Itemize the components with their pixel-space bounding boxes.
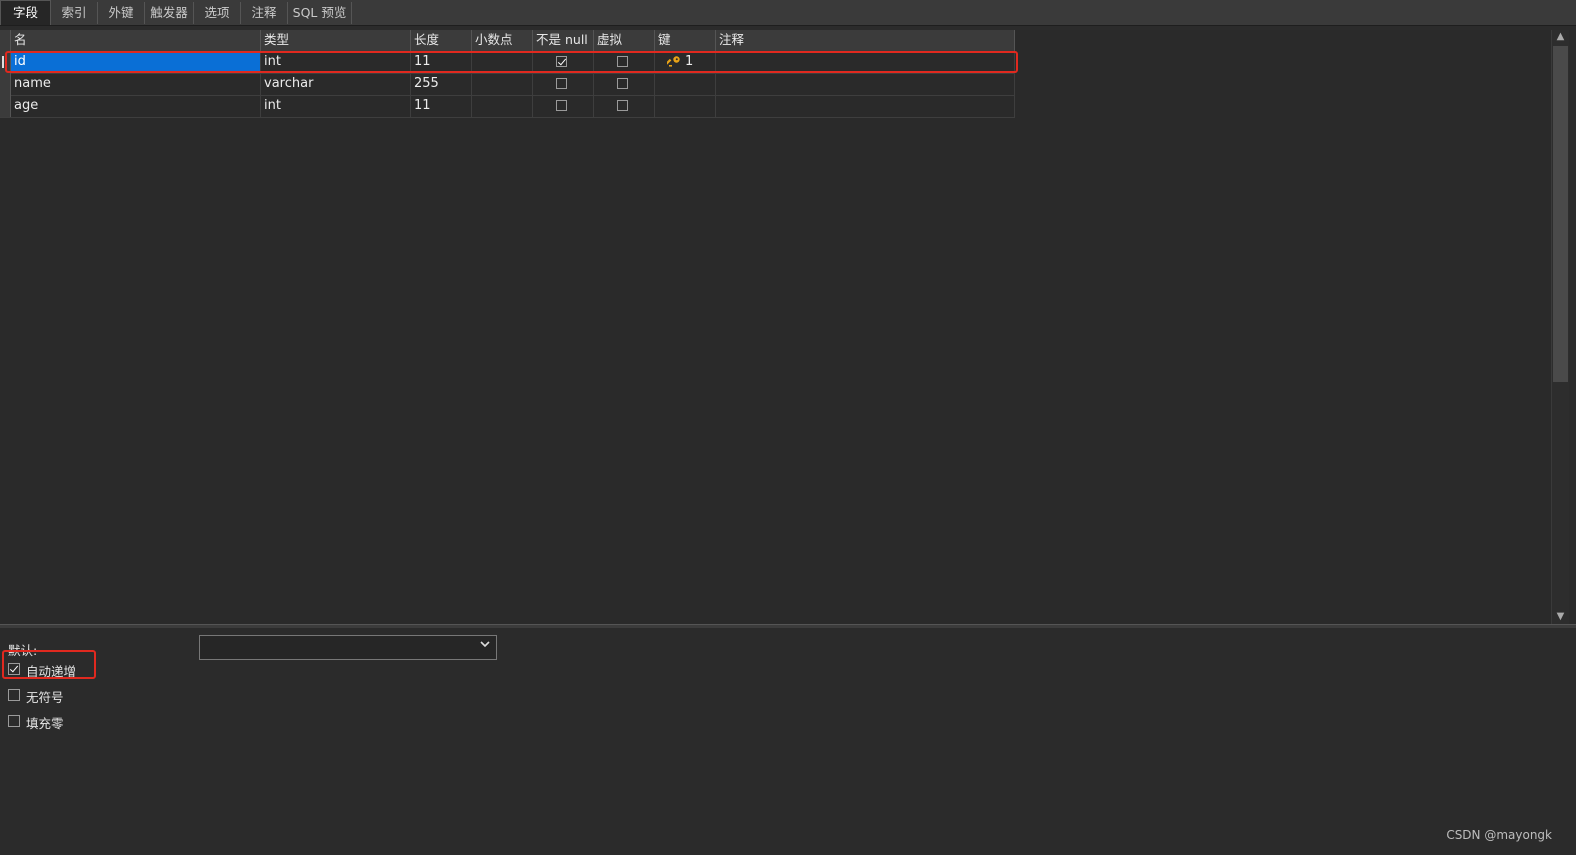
cell-not-null[interactable] — [533, 51, 594, 73]
unsigned-label[interactable]: 无符号 — [26, 687, 64, 706]
field-properties-panel: 默认: 自动递增 无符号 填充零 — [0, 628, 1576, 855]
scrollbar-thumb[interactable] — [1553, 46, 1568, 382]
virtual-checkbox[interactable] — [617, 100, 628, 111]
cell-key[interactable]: 1 — [655, 51, 716, 73]
key-order: 1 — [685, 54, 694, 69]
auto-increment-checkbox[interactable] — [8, 663, 20, 675]
default-label: 默认: — [8, 643, 38, 658]
cell-decimals[interactable] — [472, 51, 533, 73]
cell-length[interactable]: 11 — [411, 95, 472, 117]
table-row[interactable]: name varchar 255 — [0, 73, 1015, 96]
virtual-checkbox[interactable] — [617, 78, 628, 89]
grid-header: 名 类型 长度 小数点 不是 null 虚拟 键 注释 — [0, 30, 1015, 52]
tab-bar: 字段 索引 外键 触发器 选项 注释 SQL 预览 — [0, 0, 1576, 26]
virtual-checkbox[interactable] — [617, 56, 628, 67]
cell-key[interactable] — [655, 95, 716, 117]
cell-not-null[interactable] — [533, 95, 594, 117]
not-null-checkbox[interactable] — [556, 100, 567, 111]
auto-increment-label[interactable]: 自动递增 — [26, 661, 76, 680]
cell-comment[interactable] — [716, 51, 1015, 73]
not-null-checkbox[interactable] — [556, 56, 567, 67]
column-header-name[interactable]: 名 — [11, 30, 261, 51]
scroll-down-icon[interactable]: ▼ — [1552, 610, 1569, 624]
cell-name[interactable]: name — [11, 73, 261, 95]
cell-virtual[interactable] — [594, 51, 655, 73]
cell-type[interactable]: int — [261, 51, 411, 73]
cell-virtual[interactable] — [594, 73, 655, 95]
not-null-checkbox[interactable] — [556, 78, 567, 89]
table-row[interactable]: id int 11 1 — [0, 51, 1015, 74]
cell-not-null[interactable] — [533, 73, 594, 95]
fields-grid: 名 类型 长度 小数点 不是 null 虚拟 键 注释 id int 11 1 … — [0, 30, 1551, 624]
tab-sql-preview[interactable]: SQL 预览 — [288, 2, 352, 24]
cell-comment[interactable] — [716, 95, 1015, 117]
cell-length[interactable]: 255 — [411, 73, 472, 95]
cell-type[interactable]: int — [261, 95, 411, 117]
scroll-up-icon[interactable]: ▲ — [1552, 30, 1569, 44]
cell-virtual[interactable] — [594, 95, 655, 117]
column-header-key[interactable]: 键 — [655, 30, 716, 51]
chevron-down-icon[interactable] — [480, 639, 490, 652]
cell-name[interactable]: age — [11, 95, 261, 117]
default-select[interactable] — [199, 635, 497, 660]
unsigned-checkbox[interactable] — [8, 689, 20, 701]
tab-comments[interactable]: 注释 — [241, 2, 288, 24]
row-indicator[interactable] — [0, 95, 11, 117]
cell-decimals[interactable] — [472, 95, 533, 117]
watermark: CSDN @mayongk — [1446, 828, 1552, 842]
cell-key[interactable] — [655, 73, 716, 95]
row-indicator[interactable] — [0, 73, 11, 95]
zerofill-checkbox[interactable] — [8, 715, 20, 727]
column-header-virtual[interactable]: 虚拟 — [594, 30, 655, 51]
cell-comment[interactable] — [716, 73, 1015, 95]
zerofill-label[interactable]: 填充零 — [26, 713, 64, 732]
column-header-type[interactable]: 类型 — [261, 30, 411, 51]
column-header-not-null[interactable]: 不是 null — [533, 30, 594, 51]
tab-options[interactable]: 选项 — [194, 2, 241, 24]
row-header-corner — [0, 30, 11, 51]
cell-name[interactable]: id — [11, 51, 261, 73]
column-header-comment[interactable]: 注释 — [716, 30, 1015, 51]
row-indicator[interactable] — [0, 51, 11, 73]
vertical-scrollbar[interactable]: ▲ ▼ — [1551, 30, 1569, 624]
tab-triggers[interactable]: 触发器 — [145, 2, 194, 24]
column-header-decimals[interactable]: 小数点 — [472, 30, 533, 51]
column-header-length[interactable]: 长度 — [411, 30, 472, 51]
table-row[interactable]: age int 11 — [0, 95, 1015, 118]
tab-foreign-keys[interactable]: 外键 — [98, 2, 145, 24]
cell-type[interactable]: varchar — [261, 73, 411, 95]
cell-length[interactable]: 11 — [411, 51, 472, 73]
cell-decimals[interactable] — [472, 73, 533, 95]
key-icon — [665, 55, 681, 73]
tab-indexes[interactable]: 索引 — [51, 2, 98, 24]
tab-fields[interactable]: 字段 — [0, 0, 51, 25]
